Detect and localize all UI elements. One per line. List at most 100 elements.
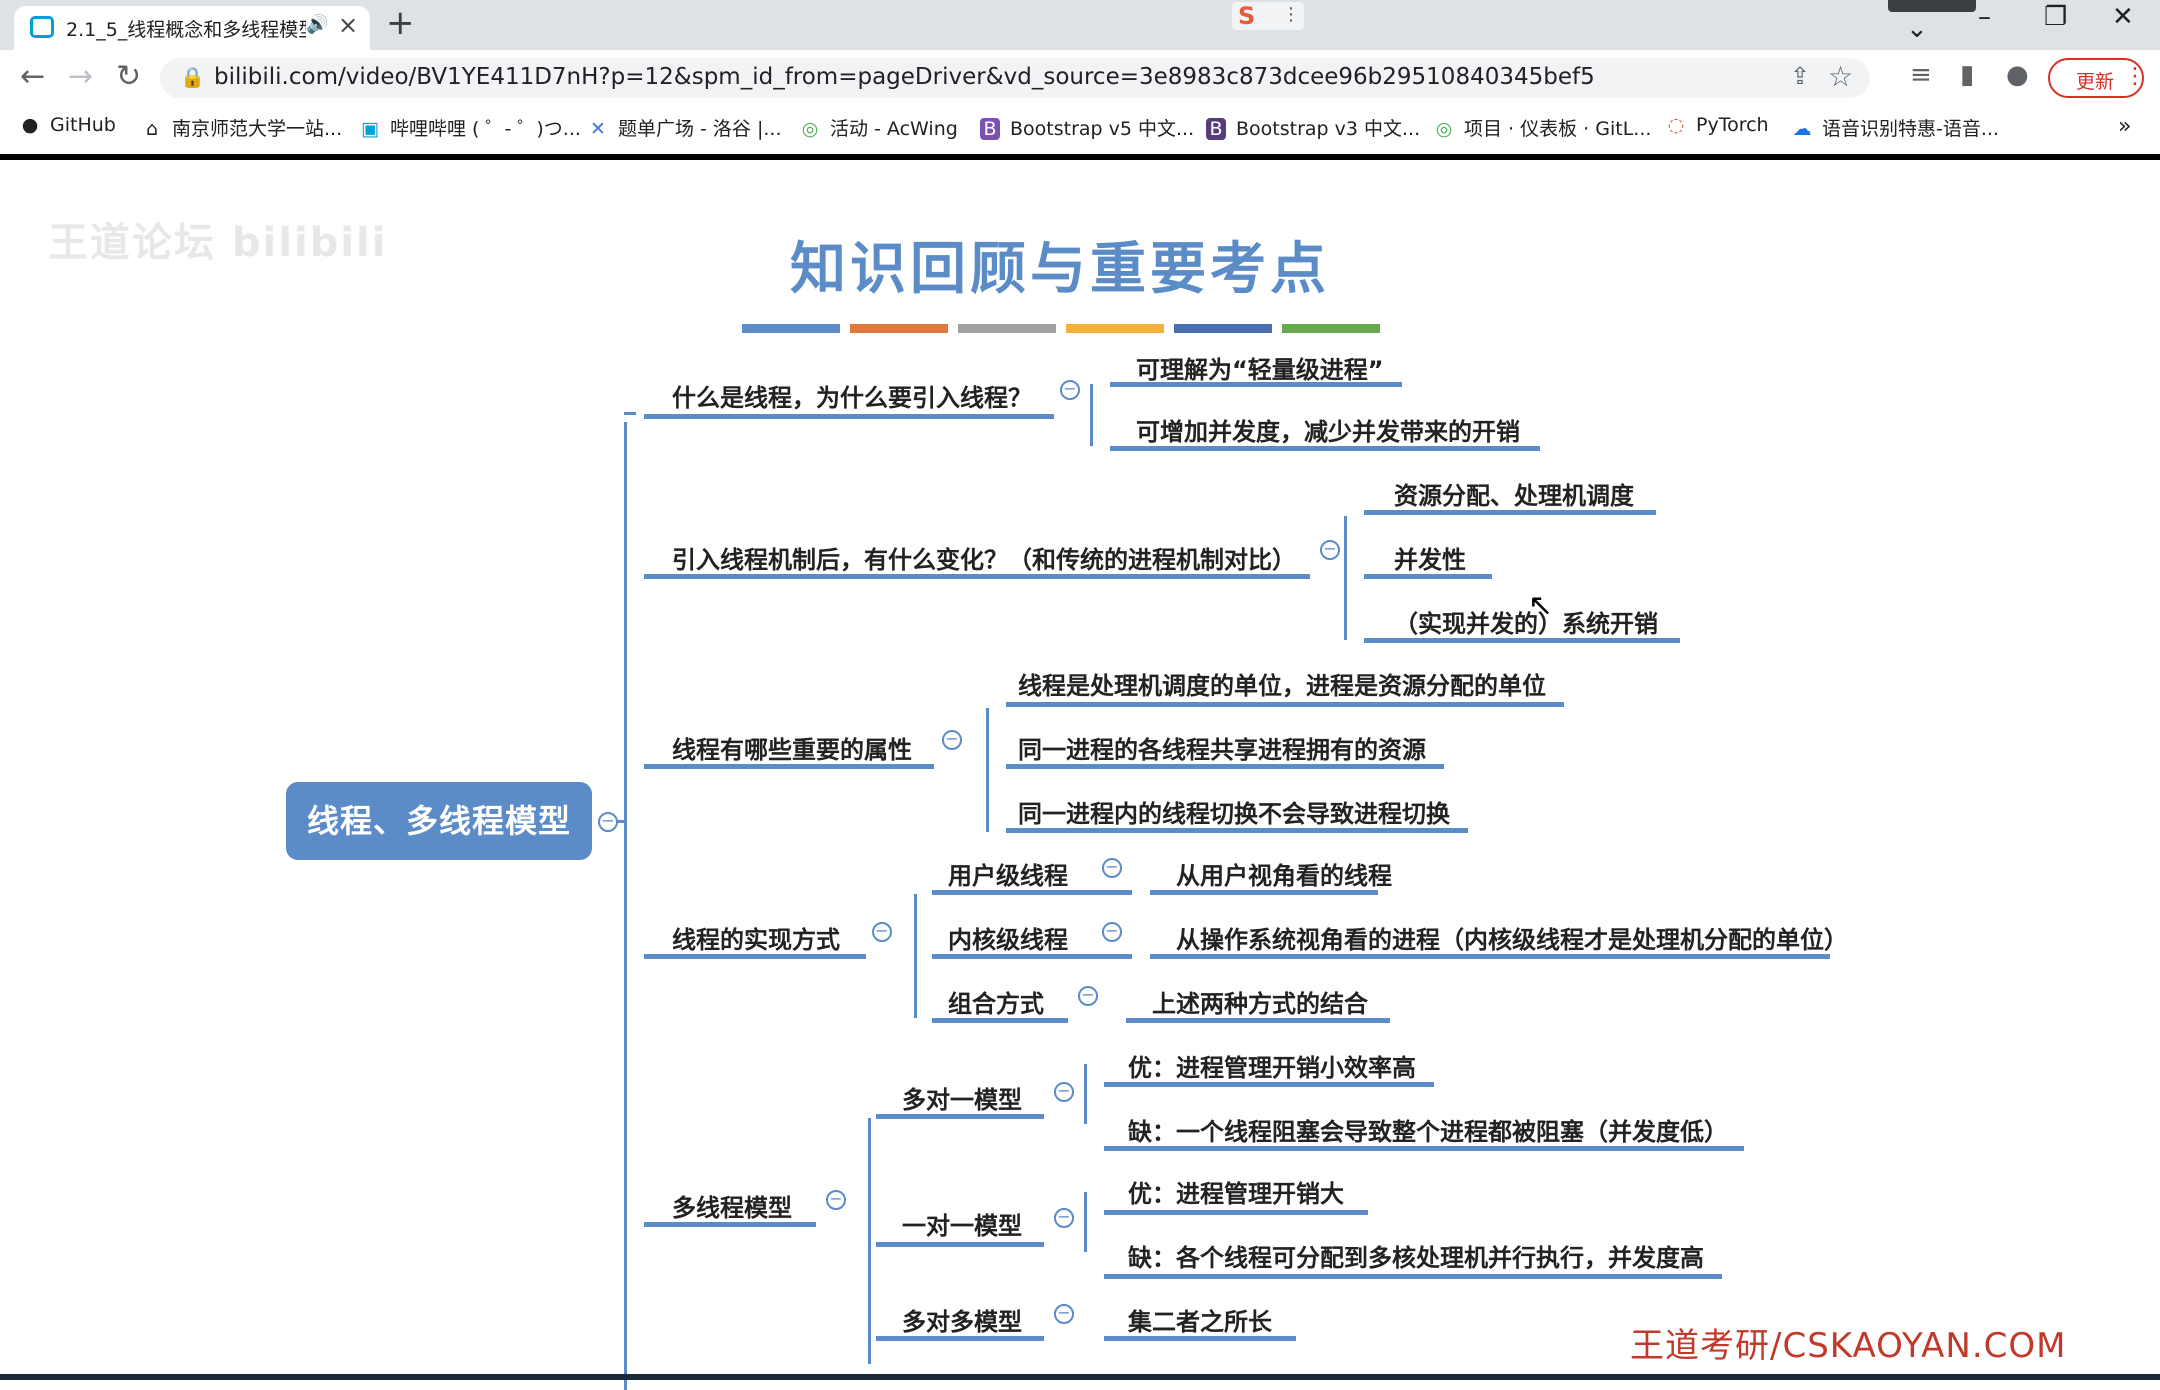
b5-child-1-pro: 优：进程管理开销小效率高 <box>1128 1054 1416 1082</box>
collapse-icon[interactable]: − <box>1060 380 1080 400</box>
collapse-icon[interactable]: − <box>942 730 962 750</box>
video-frame[interactable]: 王道论坛 bilibili 知识回顾与重要考点 线程、多线程模型 − 什么是线程… <box>0 160 2160 1390</box>
b1-child-2: 可增加并发度，减少并发带来的开销 <box>1136 418 1520 446</box>
underline <box>932 954 1132 959</box>
b5-child-1-bracket <box>1084 1064 1087 1124</box>
collapse-icon[interactable]: − <box>1078 986 1098 1006</box>
minimize-icon[interactable]: – <box>1978 2 1991 32</box>
collapse-icon[interactable]: − <box>1054 1304 1074 1324</box>
bookmark-speech[interactable]: ☁ 语音识别特惠-语音... <box>1792 114 1999 141</box>
underline <box>1104 1274 1722 1279</box>
share-icon[interactable]: ⇪ <box>1790 62 1810 90</box>
b3-child-1: 线程是处理机调度的单位，进程是资源分配的单位 <box>1018 672 1546 700</box>
bookmark-star-icon[interactable]: ☆ <box>1828 60 1853 93</box>
underline <box>1364 510 1656 515</box>
address-bar[interactable]: 🔒 bilibili.com/video/BV1YE411D7nH?p=12&s… <box>160 58 1870 98</box>
branch-2-label: 引入线程机制后，有什么变化？（和传统的进程机制对比） <box>672 546 1296 574</box>
bookmark-github[interactable]: ● GitHub <box>20 114 116 136</box>
color-bar <box>1174 324 1272 333</box>
underline <box>1364 638 1680 643</box>
underline <box>1006 702 1564 707</box>
bookmark-pytorch[interactable]: ◌ PyTorch <box>1666 114 1769 136</box>
underline <box>1006 828 1468 833</box>
b2-child-2: 并发性 <box>1394 546 1466 574</box>
collapse-icon[interactable]: − <box>826 1190 846 1210</box>
forward-arrow-icon[interactable]: → <box>68 59 93 94</box>
collapse-icon[interactable]: − <box>1102 858 1122 878</box>
b5-child-2-pro: 优：进程管理开销大 <box>1128 1180 1344 1208</box>
b2-child-1: 资源分配、处理机调度 <box>1394 482 1634 510</box>
bookmark-acwing[interactable]: ◎ 活动 - AcWing <box>800 114 958 141</box>
close-window-icon[interactable]: ✕ <box>2112 2 2134 32</box>
b1-child-1: 可理解为“轻量级进程” <box>1136 356 1384 384</box>
url-text[interactable]: bilibili.com/video/BV1YE411D7nH?p=12&spm… <box>214 64 1595 90</box>
underline <box>1006 764 1444 769</box>
branch-4-underline <box>644 954 866 959</box>
underline <box>1150 954 1830 959</box>
b4-child-3: 组合方式 <box>948 990 1044 1018</box>
reading-list-icon[interactable]: ≡ <box>1910 60 1932 90</box>
b3-child-3: 同一进程内的线程切换不会导致进程切换 <box>1018 800 1450 828</box>
collapse-icon[interactable]: − <box>872 922 892 942</box>
home-icon: ⌂ <box>145 118 159 140</box>
more-dots-icon: ⋮ <box>1282 4 1300 25</box>
bookmark-bootstrap3[interactable]: B Bootstrap v3 中文... <box>1206 114 1420 141</box>
branch-5-bracket <box>868 1118 871 1364</box>
active-tab[interactable]: 2.1_5_线程概念和多线程模型 🔊 × <box>14 6 370 50</box>
branch-3-underline <box>644 764 934 769</box>
underline <box>1104 1146 1744 1151</box>
mindmap-root: 线程、多线程模型 <box>286 782 592 860</box>
bookmark-luogu[interactable]: ✕ 题单广场 - 洛谷 |... <box>588 114 781 141</box>
underline <box>1104 1336 1296 1341</box>
collapse-icon[interactable]: − <box>598 812 618 832</box>
branch-2-underline <box>644 574 1310 579</box>
lock-icon[interactable]: 🔒 <box>180 65 205 89</box>
side-panel-icon[interactable]: ▮ <box>1960 60 1974 90</box>
cloud-icon: ☁ <box>1792 118 1812 140</box>
color-bar <box>850 324 948 333</box>
underline <box>932 1018 1068 1023</box>
underline <box>876 1336 1044 1341</box>
color-bar <box>958 324 1056 333</box>
b3-child-2: 同一进程的各线程共享进程拥有的资源 <box>1018 736 1426 764</box>
b5-child-1: 多对一模型 <box>902 1086 1022 1114</box>
collapse-icon[interactable]: − <box>1054 1208 1074 1228</box>
b5-child-2-con: 缺：各个线程可分配到多核处理机并行执行，并发度高 <box>1128 1244 1704 1272</box>
chevron-down-icon[interactable]: ⌄ <box>1906 14 1928 44</box>
bilibili-icon: ▣ <box>361 118 379 140</box>
branch-1-underline <box>644 414 1054 419</box>
extension-badge[interactable]: S ⋮ <box>1232 2 1304 30</box>
collapse-icon[interactable]: − <box>1102 922 1122 942</box>
b2-child-3: （实现并发的）系统开销 <box>1394 610 1658 638</box>
collapse-icon[interactable]: − <box>1320 540 1340 560</box>
bookmark-bootstrap5[interactable]: B Bootstrap v5 中文... <box>980 114 1194 141</box>
new-tab-button[interactable]: + <box>386 3 415 43</box>
b5-child-2-bracket <box>1084 1192 1087 1252</box>
sogou-s-icon: S <box>1238 2 1256 30</box>
back-arrow-icon[interactable]: ← <box>20 59 45 94</box>
reload-icon[interactable]: ↻ <box>116 59 141 94</box>
more-bookmarks-icon[interactable]: » <box>2118 114 2131 139</box>
close-tab-icon[interactable]: × <box>338 11 358 39</box>
branch-1-label: 什么是线程，为什么要引入线程？ <box>672 384 1032 412</box>
b5-child-3: 多对多模型 <box>902 1308 1022 1336</box>
restore-icon[interactable]: ❐ <box>2044 2 2067 32</box>
luogu-icon: ✕ <box>590 118 606 140</box>
bookmark-gitlab[interactable]: ◎ 项目 · 仪表板 · GitL... <box>1434 114 1652 141</box>
branch-5-label: 多线程模型 <box>672 1194 792 1222</box>
collapse-icon[interactable]: − <box>1054 1082 1074 1102</box>
update-button[interactable]: 更新 ⋮ <box>2048 58 2146 98</box>
bookmark-njnu[interactable]: ⌂ 南京师范大学一站... <box>142 114 342 141</box>
color-bar <box>1282 324 1380 333</box>
bookmark-bilibili[interactable]: ▣ 哔哩哔哩 ( ゜- ゜)つ... <box>360 114 581 141</box>
update-label: 更新 <box>2076 71 2115 93</box>
profile-avatar-icon[interactable]: ● <box>2006 60 2029 90</box>
branch-3-label: 线程有哪些重要的属性 <box>672 736 912 764</box>
gitlab-icon: ◎ <box>1435 118 1453 140</box>
speaker-icon[interactable]: 🔊 <box>306 14 328 35</box>
underline <box>1150 890 1378 895</box>
branch-4-label: 线程的实现方式 <box>672 926 840 954</box>
slide-title: 知识回顾与重要考点 <box>790 237 1330 302</box>
b5-child-3-detail: 集二者之所长 <box>1128 1308 1272 1336</box>
underline <box>1110 446 1540 451</box>
